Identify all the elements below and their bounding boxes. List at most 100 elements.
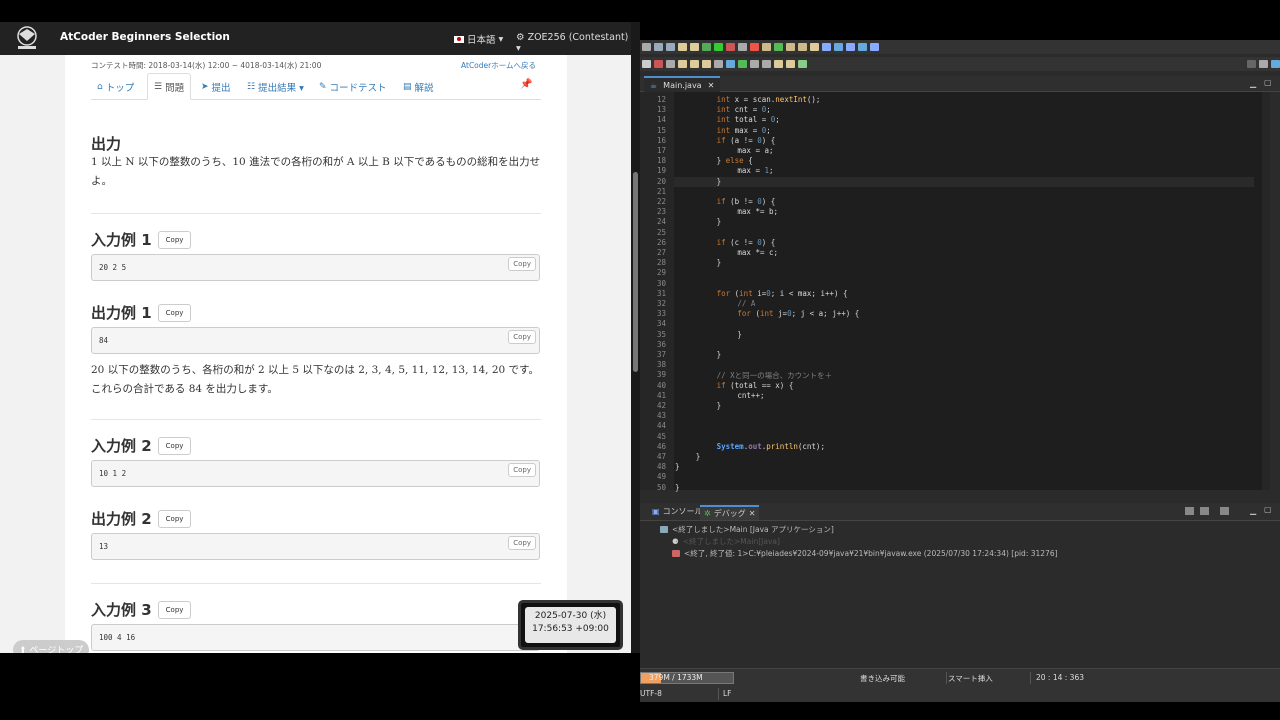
debug-icon[interactable]	[702, 43, 711, 51]
line-number: 28	[656, 258, 666, 268]
mark-icon[interactable]	[834, 43, 843, 51]
new-class-icon[interactable]	[774, 43, 783, 51]
save-all-icon[interactable]	[666, 43, 675, 51]
open-folder-icon[interactable]	[798, 43, 807, 51]
editor-tab-main-java[interactable]: ☕ Main.java ✕	[644, 76, 721, 92]
line-number: 48	[656, 462, 666, 472]
step-into-icon[interactable]	[678, 60, 687, 68]
terminate-icon[interactable]	[654, 60, 663, 68]
redo-icon[interactable]	[690, 43, 699, 51]
remove-terminated-icon[interactable]	[1185, 507, 1194, 515]
minimize-icon[interactable]: ▁	[1250, 79, 1256, 88]
annotation-next-icon[interactable]	[762, 60, 771, 68]
pin-icon[interactable]: 📌	[520, 79, 532, 90]
tab-debug[interactable]: ✲ デバッグ ✕	[700, 505, 760, 520]
coverage-icon[interactable]	[750, 43, 759, 51]
tab-top[interactable]: ⌂ トップ	[91, 73, 140, 100]
new-package-icon[interactable]	[762, 43, 771, 51]
undo-icon[interactable]	[678, 43, 687, 51]
copy-button[interactable]: Copy	[157, 509, 192, 528]
console-tabbar: ▣ コンソール ✲ デバッグ ✕ ▁ ▢	[640, 503, 1280, 521]
page-top-button[interactable]: ⬆ ページトップ	[13, 640, 90, 653]
line-number: 43	[656, 411, 666, 421]
line-delimiter-status[interactable]: LF	[723, 689, 732, 698]
external-tools-icon[interactable]	[738, 43, 747, 51]
block-select-icon[interactable]	[846, 43, 855, 51]
pin-editor-icon[interactable]	[798, 60, 807, 68]
step-over-icon[interactable]	[690, 60, 699, 68]
atcoder-logo-icon[interactable]	[10, 25, 44, 52]
forward-icon[interactable]	[786, 60, 795, 68]
java-perspective-icon[interactable]	[1271, 60, 1280, 68]
encoding-status[interactable]: UTF-8	[640, 689, 662, 698]
user-label: ZOE256 (Contestant)	[527, 32, 629, 43]
output-description: 1 以上 N 以下の整数のうち、10 進法での各桁の和が A 以上 B 以下であ…	[91, 156, 541, 187]
tab-problems[interactable]: ☰ 問題	[147, 73, 192, 100]
debug-process-item[interactable]: <終了, 終了値: 1>C:¥pleiades¥2024-09¥java¥21¥…	[672, 548, 1058, 559]
maximize-icon[interactable]: ▢	[1264, 78, 1272, 87]
quick-access-icon[interactable]	[1247, 60, 1256, 68]
format-icon[interactable]	[870, 43, 879, 51]
run-icon[interactable]	[714, 43, 723, 51]
disconnect-icon[interactable]	[666, 60, 675, 68]
user-dropdown[interactable]: ⚙ ZOE256 (Contestant) ▾	[516, 32, 631, 54]
code-editor[interactable]: 12 int x = scan.nextInt(); 13 int cnt = 0; 1…	[640, 92, 1270, 492]
copy-button[interactable]: Copy	[508, 257, 536, 271]
close-icon[interactable]: ✕	[708, 81, 715, 90]
drop-frame-icon[interactable]	[714, 60, 723, 68]
close-icon[interactable]: ✕	[749, 509, 756, 518]
code-line: for (int j=0; j < a; j++) {	[737, 309, 860, 319]
back-icon[interactable]	[774, 60, 783, 68]
code-line: for (int i=0; i < max; i++) {	[716, 288, 848, 298]
tab-label: デバッグ	[713, 509, 746, 518]
line-number: 16	[656, 135, 666, 145]
tab-code-test[interactable]: ✎ コードテスト	[313, 73, 393, 100]
step-return-icon[interactable]	[702, 60, 711, 68]
line-number: 35	[656, 329, 666, 339]
view-menu-icon[interactable]	[1220, 507, 1229, 515]
language-dropdown[interactable]: 日本語 ▾	[454, 32, 503, 46]
editor-tab-label: Main.java	[663, 80, 702, 90]
stop-icon[interactable]	[726, 43, 735, 51]
copy-button[interactable]: Copy	[157, 230, 192, 249]
tab-console[interactable]: ▣ コンソール	[648, 505, 707, 518]
open-type-icon[interactable]	[786, 43, 795, 51]
tab-label: 提出	[211, 82, 231, 94]
tab-editorial[interactable]: ▤ 解説	[397, 73, 440, 100]
minimize-icon[interactable]: ▁	[1250, 506, 1256, 515]
heap-status[interactable]: 379M / 1733M	[640, 672, 734, 684]
use-step-filters-icon[interactable]	[726, 60, 735, 68]
home-link[interactable]: AtCoderホームへ戻る	[461, 60, 536, 71]
editor-scrollbar[interactable]	[1262, 92, 1270, 490]
pause-icon[interactable]	[642, 60, 651, 68]
divider	[718, 688, 719, 700]
remove-all-icon[interactable]	[1200, 507, 1209, 515]
copy-button[interactable]: Copy	[508, 536, 536, 550]
heading-text: 入力例 2	[91, 437, 152, 455]
contest-brand-link[interactable]: AtCoder Beginners Selection	[60, 31, 230, 43]
browser-scrollbar-thumb[interactable]	[633, 172, 638, 372]
new-icon[interactable]	[642, 43, 651, 51]
sample-output-1: 84 Copy	[91, 327, 540, 354]
debug-target-item[interactable]: ⚈ <終了しました>Main[Java]	[672, 536, 780, 547]
code-line: int max = 0;	[716, 125, 771, 135]
tab-submit[interactable]: ➤ 提出	[195, 73, 237, 100]
debug-launch-item[interactable]: <終了しました>Main [Java アプリケーション]	[660, 524, 834, 535]
copy-button[interactable]: Copy	[508, 463, 536, 477]
annotation-prev-icon[interactable]	[750, 60, 759, 68]
code-line: if (b != 0) {	[716, 197, 776, 206]
whitespace-icon[interactable]	[858, 43, 867, 51]
maximize-icon[interactable]: ▢	[1264, 505, 1272, 514]
copy-button[interactable]: Copy	[157, 303, 192, 322]
tab-results[interactable]: ☷ 提出結果 ▾	[241, 73, 310, 100]
save-icon[interactable]	[654, 43, 663, 51]
table-icon: ☷	[247, 81, 256, 92]
run-last-icon[interactable]	[738, 60, 747, 68]
copy-button[interactable]: Copy	[508, 330, 536, 344]
sample-input-3-heading: 入力例 3 Copy	[91, 599, 192, 620]
toggle-icon[interactable]	[822, 43, 831, 51]
copy-button[interactable]: Copy	[157, 600, 192, 619]
search-icon[interactable]	[810, 43, 819, 51]
perspective-icon[interactable]	[1259, 60, 1268, 68]
copy-button[interactable]: Copy	[157, 436, 192, 455]
